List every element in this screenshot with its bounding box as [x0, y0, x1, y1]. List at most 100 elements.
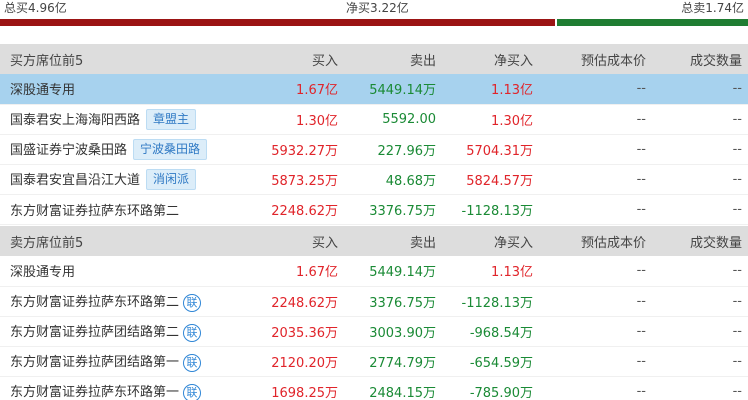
sell-amount: 48.68万	[341, 164, 439, 195]
seat-cell: 东方财富证券拉萨团结路第二联	[0, 316, 238, 347]
volume: --	[654, 74, 748, 105]
sell-amount: 3003.90万	[341, 316, 439, 347]
seat-name[interactable]: 深股通专用	[10, 265, 75, 280]
seat-name[interactable]: 东方财富证券拉萨东环路第二	[10, 295, 179, 310]
cost-price: --	[549, 376, 654, 400]
volume: --	[654, 134, 748, 165]
seat-name[interactable]: 国盛证券宁波桑田路	[10, 143, 127, 158]
header-sell: 卖出	[341, 44, 439, 74]
volume: --	[654, 376, 748, 400]
net-amount: 5824.57万	[439, 164, 549, 195]
volume: --	[654, 104, 748, 135]
net-amount: -1128.13万	[439, 194, 549, 225]
buy-amount: 5873.25万	[238, 164, 341, 195]
sell-amount: 3376.75万	[341, 194, 439, 225]
volume: --	[654, 194, 748, 225]
sell-section-header: 卖方席位前5 买入 卖出 净买入 预估成本价 成交数量	[0, 226, 748, 256]
total-sell-label: 总卖1.74亿	[681, 1, 744, 15]
cost-price: --	[549, 256, 654, 287]
seat-cell: 深股通专用	[0, 74, 238, 105]
table-row[interactable]: 东方财富证券拉萨东环路第二 2248.62万 3376.75万 -1128.13万 --…	[0, 194, 748, 225]
header-cost: 预估成本价	[549, 44, 654, 74]
seat-name[interactable]: 国泰君安上海海阳西路	[10, 113, 140, 128]
net-amount: 5704.31万	[439, 134, 549, 165]
header-cost: 预估成本价	[549, 226, 654, 256]
buy-amount: 1.67亿	[238, 256, 341, 287]
seat-cell: 东方财富证券拉萨东环路第二联	[0, 286, 238, 317]
buy-section-header: 买方席位前5 买入 卖出 净买入 预估成本价 成交数量	[0, 44, 748, 74]
table-row[interactable]: 东方财富证券拉萨东环路第一联 1698.25万 2484.15万 -785.90万 --…	[0, 376, 748, 400]
buy-amount: 2035.36万	[238, 316, 341, 347]
header-net: 净买入	[439, 44, 549, 74]
sell-amount: 2774.79万	[341, 346, 439, 377]
header-buy: 买入	[238, 226, 341, 256]
seat-name[interactable]: 东方财富证券拉萨团结路第二	[10, 325, 179, 340]
volume: --	[654, 256, 748, 287]
seat-name[interactable]: 东方财富证券拉萨东环路第二	[10, 204, 179, 219]
buy-amount: 1.30亿	[238, 104, 341, 135]
buy-amount: 5932.27万	[238, 134, 341, 165]
net-amount: 1.13亿	[439, 256, 549, 287]
buy-amount: 1.67亿	[238, 74, 341, 105]
net-amount: -785.90万	[439, 376, 549, 400]
seat-cell: 国泰君安宜昌沿江大道 消闲派	[0, 164, 238, 195]
linked-seat-icon[interactable]: 联	[183, 353, 202, 372]
seat-name[interactable]: 国泰君安宜昌沿江大道	[10, 173, 140, 188]
net-amount: 1.30亿	[439, 104, 549, 135]
total-buy-label: 总买4.96亿	[4, 1, 67, 15]
sell-ratio-bar	[557, 19, 748, 26]
header-sell: 卖出	[341, 226, 439, 256]
linked-seat-icon[interactable]: 联	[183, 323, 202, 342]
table-row[interactable]: 东方财富证券拉萨东环路第二联 2248.62万 3376.75万 -1128.13万 -…	[0, 286, 748, 317]
cost-price: --	[549, 104, 654, 135]
sell-amount: 5449.14万	[341, 74, 439, 105]
header-buy: 买入	[238, 44, 341, 74]
header-net: 净买入	[439, 226, 549, 256]
trader-tag[interactable]: 消闲派	[146, 168, 197, 190]
seat-name[interactable]: 东方财富证券拉萨团结路第一	[10, 355, 179, 370]
seat-cell: 东方财富证券拉萨东环路第二	[0, 194, 238, 225]
table-row[interactable]: 深股通专用 1.67亿 5449.14万 1.13亿 -- --	[0, 256, 748, 287]
trader-tag[interactable]: 章盟主	[146, 108, 197, 130]
volume: --	[654, 346, 748, 377]
volume: --	[654, 286, 748, 317]
cost-price: --	[549, 316, 654, 347]
cost-price: --	[549, 346, 654, 377]
table-row[interactable]: 深股通专用 1.67亿 5449.14万 1.13亿 -- --	[0, 74, 748, 105]
table-row[interactable]: 东方财富证券拉萨团结路第二联 2035.36万 3003.90万 -968.54万 --…	[0, 316, 748, 347]
net-amount: 1.13亿	[439, 74, 549, 105]
net-amount: -654.59万	[439, 346, 549, 377]
cost-price: --	[549, 74, 654, 105]
cost-price: --	[549, 286, 654, 317]
broker-seat-table: 买方席位前5 买入 卖出 净买入 预估成本价 成交数量 深股通专用 1.67亿 5449.14万…	[0, 44, 748, 400]
sell-amount: 5449.14万	[341, 256, 439, 287]
sell-amount: 227.96万	[341, 134, 439, 165]
seat-cell: 东方财富证券拉萨团结路第一联	[0, 346, 238, 377]
buy-amount: 2120.20万	[238, 346, 341, 377]
header-seat: 卖方席位前5	[0, 226, 238, 256]
linked-seat-icon[interactable]: 联	[183, 383, 202, 400]
buy-amount: 2248.62万	[238, 194, 341, 225]
seat-name[interactable]: 东方财富证券拉萨东环路第一	[10, 385, 179, 400]
linked-seat-icon[interactable]: 联	[183, 293, 202, 312]
net-amount: -968.54万	[439, 316, 549, 347]
cost-price: --	[549, 194, 654, 225]
buy-ratio-bar	[0, 19, 555, 26]
table-row[interactable]: 国泰君安上海海阳西路 章盟主 1.30亿 5592.00 1.30亿 -- --	[0, 104, 748, 135]
cost-price: --	[549, 164, 654, 195]
sell-amount: 5592.00	[341, 104, 439, 135]
header-volume: 成交数量	[654, 44, 748, 74]
buy-amount: 2248.62万	[238, 286, 341, 317]
summary-bar: 总买4.96亿 净买3.22亿 总卖1.74亿	[0, 0, 748, 18]
cost-price: --	[549, 134, 654, 165]
trader-tag[interactable]: 宁波桑田路	[133, 138, 208, 160]
header-volume: 成交数量	[654, 226, 748, 256]
seat-cell: 东方财富证券拉萨东环路第一联	[0, 376, 238, 400]
seat-cell: 国泰君安上海海阳西路 章盟主	[0, 104, 238, 135]
table-row[interactable]: 国盛证券宁波桑田路 宁波桑田路 5932.27万 227.96万 5704.31万 -- -…	[0, 134, 748, 165]
sell-amount: 3376.75万	[341, 286, 439, 317]
volume: --	[654, 316, 748, 347]
table-row[interactable]: 东方财富证券拉萨团结路第一联 2120.20万 2774.79万 -654.59万 --…	[0, 346, 748, 377]
seat-name[interactable]: 深股通专用	[10, 83, 75, 98]
table-row[interactable]: 国泰君安宜昌沿江大道 消闲派 5873.25万 48.68万 5824.57万 -- --	[0, 164, 748, 195]
